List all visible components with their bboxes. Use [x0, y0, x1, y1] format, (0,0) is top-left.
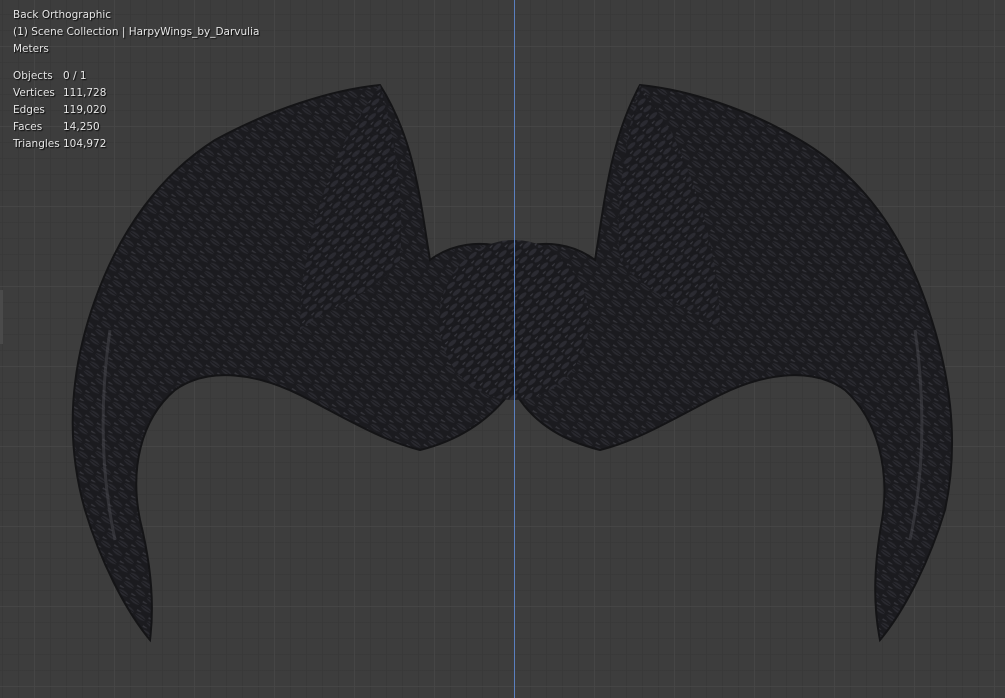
stat-label: Edges — [13, 104, 45, 116]
stat-row-objects: Objects 0 / 1 — [13, 68, 106, 85]
harpy-wings-model — [71, 83, 954, 643]
3d-viewport[interactable]: Back Orthographic (1) Scene Collection |… — [0, 0, 1005, 698]
stat-label: Vertices — [13, 87, 55, 99]
stat-value: 119,020 — [63, 104, 107, 116]
stat-row-edges: Edges 119,020 — [13, 102, 106, 119]
stat-value: 111,728 — [63, 87, 107, 99]
stat-row-faces: Faces 14,250 — [13, 119, 106, 136]
stat-label: Objects — [13, 70, 53, 82]
viewport-info: Back Orthographic (1) Scene Collection |… — [13, 7, 259, 58]
stat-value: 104,972 — [63, 138, 107, 150]
right-wing — [513, 83, 954, 643]
left-wing — [71, 83, 513, 643]
unit-system: Meters — [13, 43, 49, 55]
stat-label: Triangles — [13, 138, 60, 150]
stat-row-vertices: Vertices 111,728 — [13, 85, 106, 102]
stat-label: Faces — [13, 121, 43, 133]
stat-row-triangles: Triangles 104,972 — [13, 136, 106, 153]
collection-name: (1) Scene Collection | HarpyWings_by_Dar… — [13, 26, 260, 38]
view-name: Back Orthographic — [13, 9, 112, 21]
z-axis-line — [514, 0, 515, 698]
scene-statistics: Objects 0 / 1 Vertices 111,728 Edges 119… — [13, 68, 106, 153]
stat-value: 0 / 1 — [63, 70, 87, 82]
stat-value: 14,250 — [63, 121, 100, 133]
